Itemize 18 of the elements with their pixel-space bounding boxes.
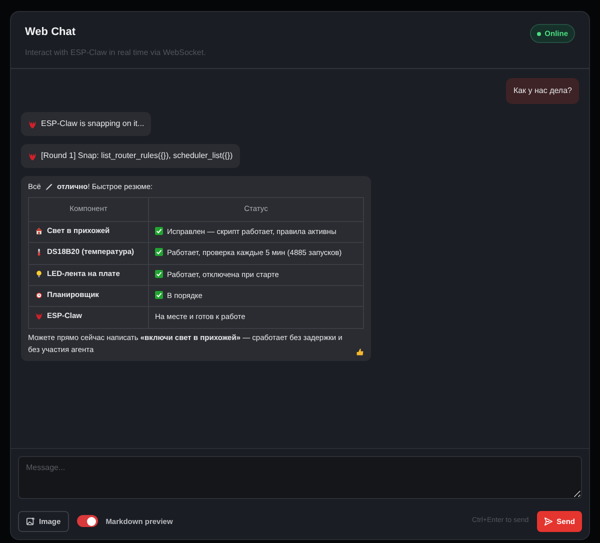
chat-subtitle: Interact with ESP-Claw in real time via WebSocket. [25,46,206,58]
thermometer-icon [35,248,43,256]
lightbulb-icon [35,270,43,278]
alarm-clock-icon [35,290,43,299]
claw-icon [28,152,37,160]
thumbs-up-icon [356,348,364,356]
image-icon [26,516,35,526]
user-message: Как у нас дела? [506,78,579,104]
chat-title: Web Chat [25,25,77,40]
claw-icon [28,120,37,128]
claw-icon [35,312,43,320]
markdown-toggle[interactable] [76,515,98,528]
pencil-icon [44,183,53,192]
send-icon [544,516,553,526]
status-text: [Round 1] Snap: list_router_rules({}), scheduler_list({}) [41,150,233,162]
status-text: ESP-Claw is snapping on it... [41,118,144,130]
house-icon [35,226,43,235]
message-field[interactable]: Message... [18,456,582,499]
